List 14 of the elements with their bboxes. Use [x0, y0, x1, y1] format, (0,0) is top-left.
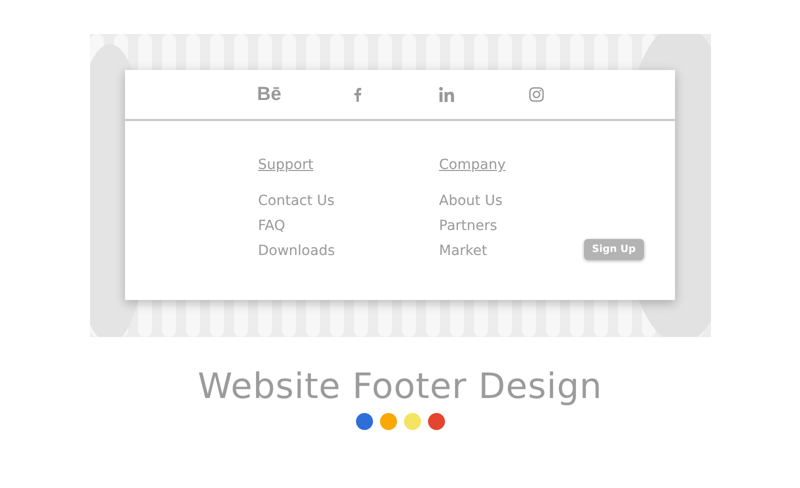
sign-up-button[interactable]: Sign Up — [584, 239, 644, 260]
linkedin-icon[interactable] — [439, 87, 456, 102]
footer-link[interactable]: Downloads — [258, 239, 335, 264]
instagram-icon[interactable] — [529, 87, 544, 102]
footer-link[interactable]: About Us — [439, 189, 502, 214]
footer-link[interactable]: Contact Us — [258, 189, 334, 214]
footer-link[interactable]: FAQ — [258, 214, 286, 239]
facebook-icon[interactable] — [353, 87, 362, 102]
caption-title: Website Footer Design — [198, 367, 602, 407]
footer-link[interactable]: Partners — [439, 214, 498, 239]
column-heading[interactable]: Support — [258, 155, 314, 175]
behance-logo[interactable]: Bē — [257, 84, 282, 106]
footer-link[interactable]: Market — [439, 239, 488, 264]
column-heading[interactable]: Company — [439, 155, 506, 175]
